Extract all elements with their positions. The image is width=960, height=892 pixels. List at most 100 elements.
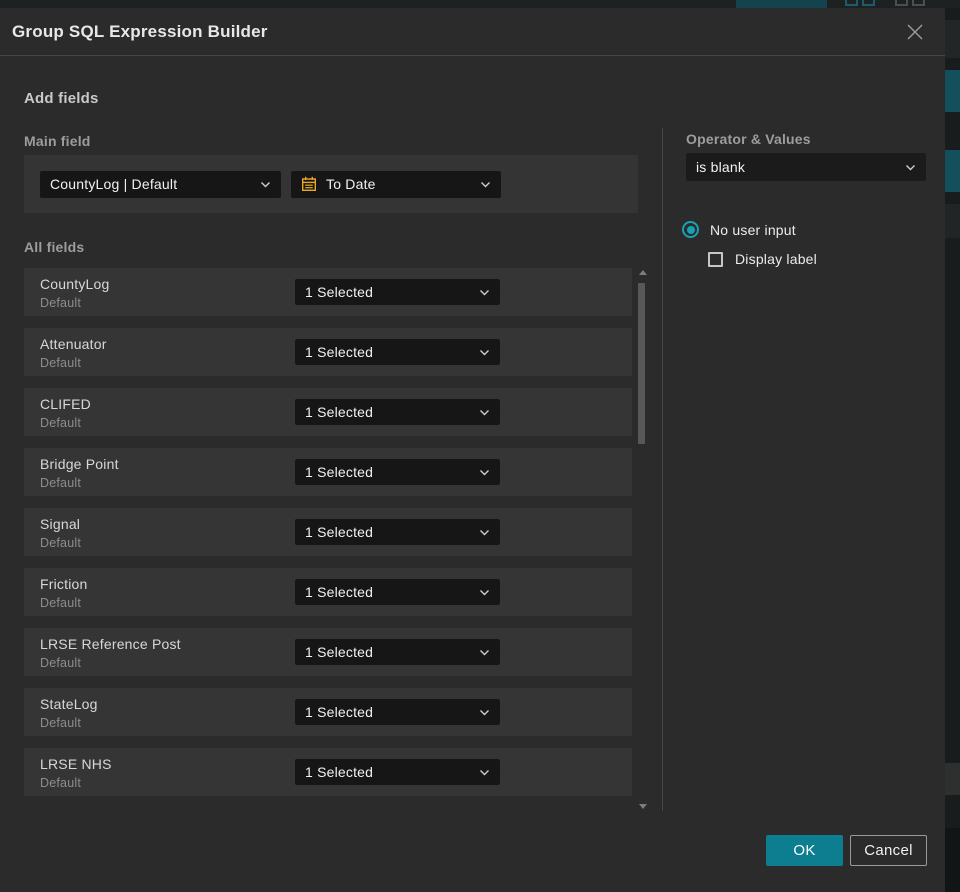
field-selection-value: 1 Selected [305,584,374,600]
all-fields-list: CountyLog Default 1 Selected Attenuator … [24,268,632,808]
chevron-down-icon [479,463,490,481]
field-selection-value: 1 Selected [305,404,374,420]
field-row: Friction Default 1 Selected [24,568,632,616]
chevron-down-icon [479,343,490,361]
field-selection-dropdown[interactable]: 1 Selected [295,399,500,425]
field-name: LRSE NHS [40,756,112,772]
scroll-up-icon[interactable] [639,270,647,275]
chevron-down-icon [479,403,490,421]
field-name: Friction [40,576,88,592]
chevron-down-icon [905,158,916,176]
backdrop-fragment [945,204,960,238]
field-selection-value: 1 Selected [305,284,374,300]
device-toggle-icon[interactable] [845,0,858,6]
display-label-checkbox[interactable]: Display label [708,251,817,267]
field-row: Signal Default 1 Selected [24,508,632,556]
operator-dropdown-value: is blank [696,159,746,175]
field-row: CLIFED Default 1 Selected [24,388,632,436]
no-user-input-label: No user input [710,221,796,238]
field-row: CountyLog Default 1 Selected [24,268,632,316]
field-selection-value: 1 Selected [305,344,374,360]
field-selection-value: 1 Selected [305,524,374,540]
field-subtype: Default [40,716,82,730]
field-selection-value: 1 Selected [305,704,374,720]
checkbox-unchecked-icon [708,251,723,267]
main-field-dropdown[interactable]: CountyLog | Default [40,170,281,198]
field-subtype: Default [40,596,82,610]
field-subtype: Default [40,356,82,370]
backdrop-dashboard-edge [945,8,960,892]
chevron-down-icon [479,703,490,721]
close-icon[interactable] [903,20,927,44]
main-field-label: Main field [24,133,91,149]
field-selection-dropdown[interactable]: 1 Selected [295,459,500,485]
cancel-button[interactable]: Cancel [850,835,927,866]
dialog-header: Group SQL Expression Builder [0,8,945,56]
chevron-down-icon [480,175,491,193]
calendar-icon [301,176,317,192]
field-subtype: Default [40,416,82,430]
device-toggle-icon[interactable] [862,0,875,6]
scrollbar-thumb[interactable] [638,283,645,444]
backdrop-fragment [945,70,960,112]
fields-list-scrollbar[interactable] [636,264,650,814]
chevron-down-icon [260,175,271,193]
field-name: CountyLog [40,276,110,292]
field-subtype: Default [40,476,82,490]
field-selection-dropdown[interactable]: 1 Selected [295,639,500,665]
panel-divider [662,128,663,811]
backdrop-app-toolbar: Live view [0,0,960,8]
live-view-label: Live view [762,0,815,3]
main-field-box: CountyLog | Default To Date [24,155,638,213]
radio-selected-icon [682,221,699,238]
backdrop-fragment [945,20,960,58]
field-selection-dropdown[interactable]: 1 Selected [295,579,500,605]
field-subtype: Default [40,776,82,790]
field-name: Bridge Point [40,456,119,472]
field-selection-value: 1 Selected [305,464,374,480]
field-row: Attenuator Default 1 Selected [24,328,632,376]
chevron-down-icon [479,583,490,601]
date-field-dropdown[interactable]: To Date [291,170,501,198]
field-selection-dropdown[interactable]: 1 Selected [295,339,500,365]
field-row: LRSE Reference Post Default 1 Selected [24,628,632,676]
live-view-button[interactable]: Live view [736,0,828,8]
field-subtype: Default [40,656,82,670]
chevron-down-icon [479,283,490,301]
field-selection-value: 1 Selected [305,644,374,660]
backdrop-fragment [945,828,960,892]
operator-dropdown[interactable]: is blank [686,153,926,181]
field-row: LRSE NHS Default 1 Selected [24,748,632,796]
all-fields-label: All fields [24,239,85,255]
field-selection-dropdown[interactable]: 1 Selected [295,759,500,785]
chevron-down-icon [479,643,490,661]
group-sql-expression-builder-dialog: Group SQL Expression Builder Add fields … [0,8,945,892]
chevron-down-icon [479,763,490,781]
add-fields-heading: Add fields [24,90,99,107]
device-toggle-icon[interactable] [912,0,925,6]
field-row: StateLog Default 1 Selected [24,688,632,736]
chevron-down-icon [479,523,490,541]
display-label-label: Display label [735,251,817,267]
field-selection-dropdown[interactable]: 1 Selected [295,279,500,305]
field-name: Attenuator [40,336,107,352]
field-name: CLIFED [40,396,91,412]
dialog-title: Group SQL Expression Builder [12,21,268,41]
backdrop-fragment [945,150,960,192]
no-user-input-radio[interactable]: No user input [682,221,796,238]
field-selection-value: 1 Selected [305,764,374,780]
field-name: StateLog [40,696,98,712]
date-field-dropdown-value: To Date [326,176,376,192]
backdrop-fragment [945,763,960,795]
field-selection-dropdown[interactable]: 1 Selected [295,699,500,725]
main-field-dropdown-value: CountyLog | Default [50,176,178,192]
operator-values-label: Operator & Values [686,131,811,147]
ok-button[interactable]: OK [766,835,843,866]
field-subtype: Default [40,296,82,310]
scroll-down-icon[interactable] [639,804,647,809]
field-subtype: Default [40,536,82,550]
field-selection-dropdown[interactable]: 1 Selected [295,519,500,545]
device-toggle-icon[interactable] [895,0,908,6]
field-row: Bridge Point Default 1 Selected [24,448,632,496]
field-name: Signal [40,516,81,532]
